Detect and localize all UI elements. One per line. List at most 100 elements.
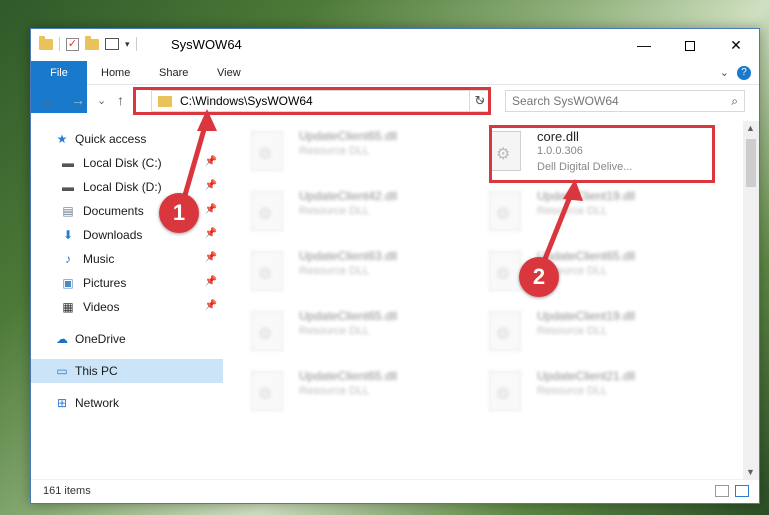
title-bar: ✓ ▾ SysWOW64 — ✕ bbox=[31, 29, 759, 61]
file-name: UpdateClient42.dll bbox=[299, 189, 398, 203]
list-item[interactable]: UpdateClient63.dll Resource DLL bbox=[227, 245, 457, 297]
network-icon: ⊞ bbox=[56, 396, 68, 410]
vertical-scrollbar[interactable]: ▲ ▼ bbox=[743, 121, 759, 479]
file-name: UpdateClient21.dll bbox=[537, 369, 636, 383]
list-item[interactable]: UpdateClient19.dll Resource DLL bbox=[465, 305, 695, 357]
address-highlight-box bbox=[133, 87, 491, 115]
videos-icon: ▦ bbox=[62, 300, 74, 314]
file-description: Resource DLL bbox=[537, 385, 608, 397]
tab-view[interactable]: View bbox=[207, 61, 251, 85]
cloud-icon: ☁ bbox=[56, 332, 68, 346]
sidebar-item-label: Local Disk (C:) bbox=[83, 156, 162, 170]
pin-icon[interactable]: 📌 bbox=[205, 204, 217, 215]
drive-icon: ▬ bbox=[62, 180, 74, 194]
search-input[interactable] bbox=[506, 91, 706, 111]
documents-icon: ▤ bbox=[62, 204, 74, 218]
computer-icon: ▭ bbox=[56, 364, 68, 378]
pin-icon[interactable]: 📌 bbox=[205, 300, 217, 311]
file-name: UpdateClient65.dll bbox=[299, 129, 398, 143]
folder-icon[interactable] bbox=[39, 35, 53, 50]
file-description: Resource DLL bbox=[299, 145, 370, 157]
list-item[interactable]: UpdateClient65.dll Resource DLL bbox=[227, 305, 457, 357]
pin-icon[interactable]: 📌 bbox=[205, 156, 217, 167]
tab-home[interactable]: Home bbox=[91, 61, 140, 85]
dll-file-icon bbox=[251, 131, 283, 171]
close-button[interactable]: ✕ bbox=[713, 29, 759, 61]
sidebar-item-label: Videos bbox=[83, 300, 120, 314]
file-description: Resource DLL bbox=[537, 205, 608, 217]
new-folder-icon[interactable] bbox=[85, 35, 99, 50]
file-name: UpdateClient63.dll bbox=[299, 249, 398, 263]
toolbar-divider bbox=[59, 37, 60, 51]
pin-icon[interactable]: 📌 bbox=[205, 180, 217, 191]
explorer-window: ✓ ▾ SysWOW64 — ✕ File Home Share View ⌄ … bbox=[30, 28, 760, 504]
file-name: UpdateClient65.dll bbox=[299, 369, 398, 383]
window-title: SysWOW64 bbox=[171, 37, 242, 52]
file-name: UpdateClient19.dll bbox=[537, 189, 636, 203]
quick-access-toolbar: ✓ ▾ bbox=[39, 35, 137, 51]
help-button[interactable]: ? bbox=[737, 66, 751, 80]
navigation-bar: ← → ⌄ ↑ C:\Windows\SysWOW64 ⌄ ↻ ⌕ bbox=[31, 86, 759, 116]
sidebar-item-label: Network bbox=[75, 396, 120, 410]
dll-file-icon bbox=[489, 371, 521, 411]
search-icon[interactable]: ⌕ bbox=[731, 94, 738, 109]
expand-ribbon-icon[interactable]: ⌄ bbox=[720, 66, 729, 79]
scroll-down-icon[interactable]: ▼ bbox=[746, 467, 755, 477]
sidebar-item-videos[interactable]: ▦ Videos 📌 bbox=[31, 295, 223, 319]
sidebar-item-local-disk-c[interactable]: ▬ Local Disk (C:) 📌 bbox=[31, 151, 223, 175]
tab-share[interactable]: Share bbox=[149, 61, 198, 85]
file-name: UpdateClient19.dll bbox=[537, 309, 636, 323]
sidebar-item-label: Music bbox=[83, 252, 115, 266]
file-name: UpdateClient65.dll bbox=[299, 309, 398, 323]
sidebar-item-label: This PC bbox=[75, 364, 118, 378]
minimize-button[interactable]: — bbox=[621, 29, 667, 61]
list-item[interactable]: UpdateClient42.dll Resource DLL bbox=[227, 185, 457, 237]
dll-file-icon bbox=[251, 371, 283, 411]
sidebar-item-label: Quick access bbox=[75, 132, 147, 146]
annotation-badge-2: 2 bbox=[519, 257, 559, 297]
list-item[interactable]: UpdateClient65.dll Resource DLL bbox=[227, 365, 457, 417]
status-bar: 161 items bbox=[31, 479, 759, 503]
sidebar-item-local-disk-d[interactable]: ▬ Local Disk (D:) 📌 bbox=[31, 175, 223, 199]
file-description: Resource DLL bbox=[299, 325, 370, 337]
pin-icon[interactable]: 📌 bbox=[205, 228, 217, 239]
large-icons-view-icon[interactable] bbox=[735, 485, 749, 497]
toolbar-divider bbox=[135, 37, 137, 51]
pin-icon[interactable]: 📌 bbox=[205, 276, 217, 287]
file-description: Resource DLL bbox=[299, 205, 370, 217]
maximize-button[interactable] bbox=[667, 29, 713, 61]
search-box[interactable]: ⌕ bbox=[505, 90, 745, 112]
back-button[interactable]: ← bbox=[41, 92, 55, 108]
sidebar-item-quick-access[interactable]: ★ Quick access bbox=[31, 127, 223, 151]
dll-file-icon bbox=[251, 191, 283, 231]
file-list: UpdateClient65.dll Resource DLL core.dll… bbox=[227, 121, 741, 479]
sidebar-item-downloads[interactable]: ⬇ Downloads 📌 bbox=[31, 223, 223, 247]
annotation-badge-1: 1 bbox=[159, 193, 199, 233]
sidebar-item-network[interactable]: ⊞ Network bbox=[31, 391, 223, 415]
list-item[interactable]: UpdateClient65.dll Resource DLL bbox=[465, 245, 695, 297]
chevron-down-icon[interactable]: ▾ bbox=[125, 39, 130, 50]
list-item[interactable]: UpdateClient19.dll Resource DLL bbox=[465, 185, 695, 237]
ribbon: File Home Share View ⌄ ? bbox=[31, 61, 759, 113]
sidebar-item-onedrive[interactable]: ☁ OneDrive bbox=[31, 327, 223, 351]
scroll-thumb[interactable] bbox=[746, 139, 756, 187]
dll-file-icon bbox=[251, 251, 283, 291]
dll-file-icon bbox=[251, 311, 283, 351]
scroll-up-icon[interactable]: ▲ bbox=[746, 123, 755, 133]
list-item[interactable]: UpdateClient65.dll Resource DLL bbox=[227, 125, 457, 177]
item-count: 161 items bbox=[43, 485, 91, 497]
properties-check-icon[interactable]: ✓ bbox=[66, 37, 79, 51]
maximize-icon bbox=[685, 41, 695, 52]
sidebar-item-label: Documents bbox=[83, 204, 144, 218]
customize-icon[interactable] bbox=[105, 38, 119, 50]
recent-locations-button[interactable]: ⌄ bbox=[97, 94, 106, 107]
star-icon: ★ bbox=[56, 132, 68, 146]
pin-icon[interactable]: 📌 bbox=[205, 252, 217, 263]
up-button[interactable]: ↑ bbox=[117, 92, 124, 108]
details-view-icon[interactable] bbox=[715, 485, 729, 497]
sidebar-item-this-pc[interactable]: ▭ This PC bbox=[31, 359, 223, 383]
list-item[interactable]: UpdateClient21.dll Resource DLL bbox=[465, 365, 695, 417]
sidebar-item-music[interactable]: ♪ Music 📌 bbox=[31, 247, 223, 271]
sidebar-item-pictures[interactable]: ▣ Pictures 📌 bbox=[31, 271, 223, 295]
forward-button[interactable]: → bbox=[71, 92, 85, 108]
